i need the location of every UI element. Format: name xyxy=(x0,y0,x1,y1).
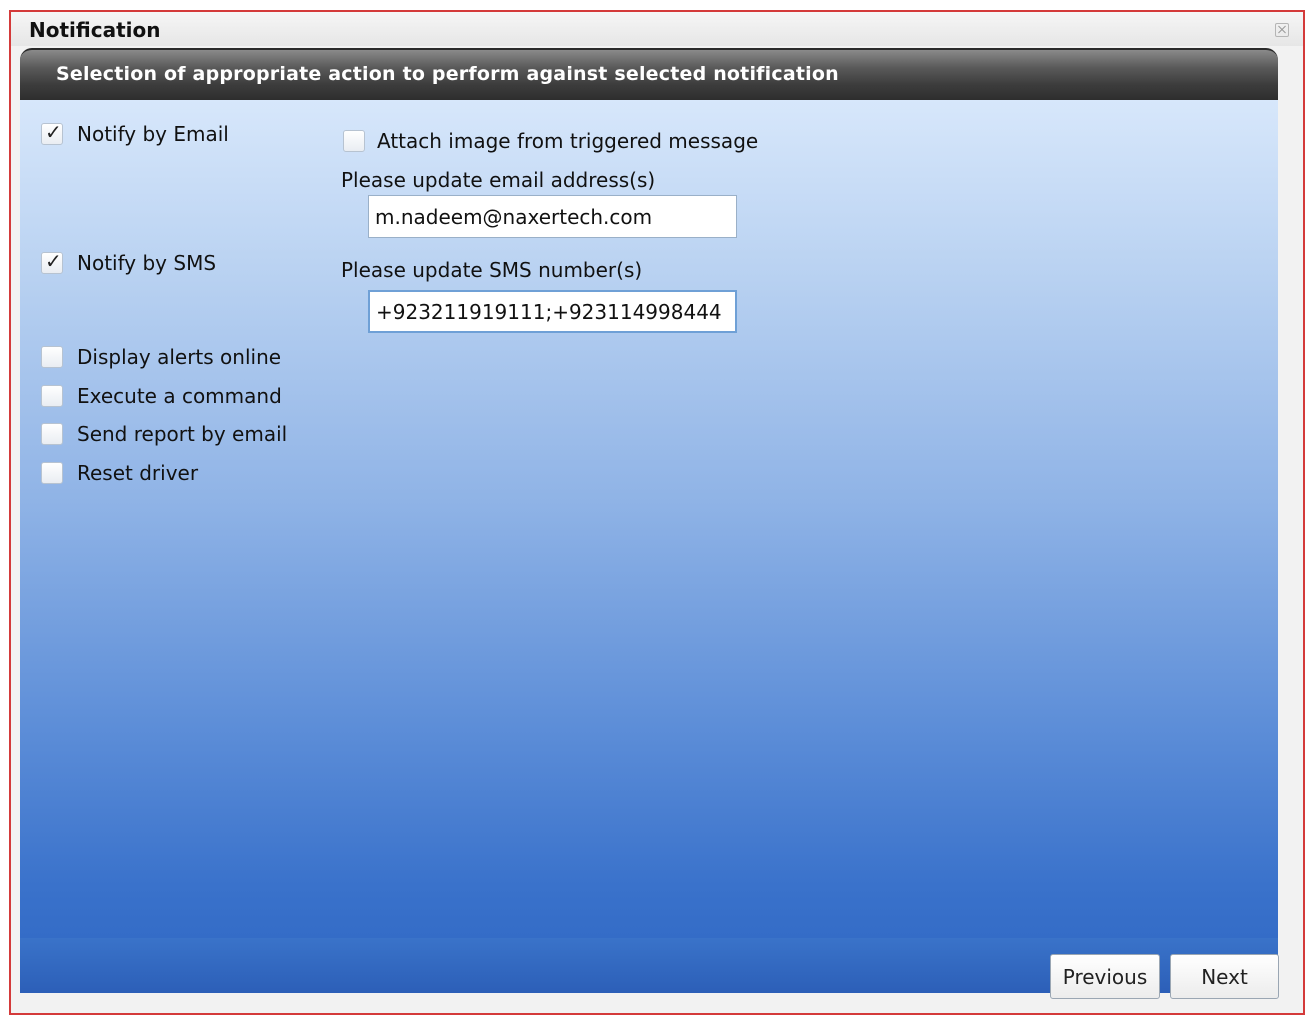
notify-email-checkbox[interactable]: ✓ xyxy=(41,120,63,145)
notify-email-option[interactable]: ✓ Notify by Email xyxy=(41,120,229,146)
next-button[interactable]: Next xyxy=(1170,954,1279,999)
email-address-field[interactable] xyxy=(368,195,737,238)
checkmark-icon: ✓ xyxy=(45,120,62,144)
send-report-option[interactable]: Send report by email xyxy=(41,422,287,446)
attach-image-label: Attach image from triggered message xyxy=(377,129,759,153)
display-alerts-option[interactable]: Display alerts online xyxy=(41,345,281,369)
execute-command-option[interactable]: Execute a command xyxy=(41,384,282,408)
notify-email-label: Notify by Email xyxy=(77,122,229,146)
sms-number-field[interactable] xyxy=(368,290,737,333)
execute-command-label: Execute a command xyxy=(77,384,282,408)
reset-driver-option[interactable]: Reset driver xyxy=(41,461,198,485)
checkmark-icon: ✓ xyxy=(45,249,62,273)
notify-sms-checkbox[interactable]: ✓ xyxy=(41,249,63,274)
attach-image-checkbox[interactable] xyxy=(343,130,365,152)
reset-driver-checkbox[interactable] xyxy=(41,462,63,484)
execute-command-checkbox[interactable] xyxy=(41,385,63,407)
previous-button[interactable]: Previous xyxy=(1050,954,1160,999)
reset-driver-label: Reset driver xyxy=(77,461,199,485)
dialog-titlebar: Notification xyxy=(11,12,1303,46)
send-report-checkbox[interactable] xyxy=(41,423,63,445)
display-alerts-label: Display alerts online xyxy=(77,345,282,369)
notify-sms-label: Notify by SMS xyxy=(77,251,217,275)
email-address-label: Please update email address(s) xyxy=(341,168,656,192)
panel-heading: Selection of appropriate action to perfo… xyxy=(56,63,839,85)
send-report-label: Send report by email xyxy=(77,422,288,446)
dialog-title: Notification xyxy=(29,18,161,42)
panel-header: Selection of appropriate action to perfo… xyxy=(20,48,1278,100)
notify-sms-option[interactable]: ✓ Notify by SMS xyxy=(41,249,217,275)
display-alerts-checkbox[interactable] xyxy=(41,346,63,368)
close-icon[interactable] xyxy=(1275,23,1289,37)
sms-number-label: Please update SMS number(s) xyxy=(341,258,643,282)
attach-image-option[interactable]: Attach image from triggered message xyxy=(343,129,758,153)
